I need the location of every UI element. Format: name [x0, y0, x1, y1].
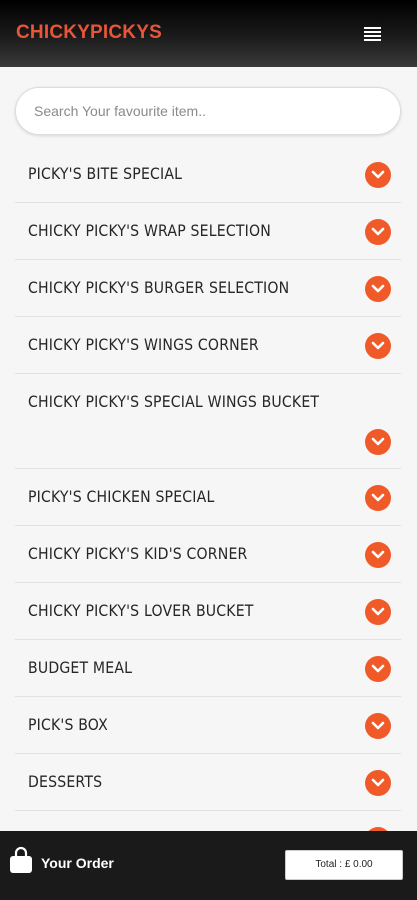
- category-item-pickys-bite-special[interactable]: PICKY'S BITE SPECIAL: [15, 146, 401, 203]
- category-item-wrap-selection[interactable]: CHICKY PICKY'S WRAP SELECTION: [15, 203, 401, 260]
- category-item-burger-selection[interactable]: CHICKY PICKY'S BURGER SELECTION: [15, 260, 401, 317]
- category-label: DESSERTS: [28, 772, 103, 791]
- chevron-down-icon[interactable]: [365, 219, 391, 245]
- category-item-kids-corner[interactable]: CHICKY PICKY'S KID'S CORNER: [15, 526, 401, 583]
- chevron-down-icon[interactable]: [365, 485, 391, 511]
- hamburger-menu-icon[interactable]: [362, 24, 384, 44]
- order-total-button[interactable]: Total : £ 0.00: [285, 850, 403, 880]
- category-label: CHICKY PICKY'S BURGER SELECTION: [28, 278, 290, 297]
- category-label: CHICKY PICKY'S LOVER BUCKET: [28, 601, 254, 620]
- category-label: PICKY'S BITE SPECIAL: [28, 164, 183, 183]
- category-label: CHICKY PICKY'S SPECIAL WINGS BUCKET: [28, 392, 320, 411]
- shopping-bag-icon[interactable]: [8, 846, 34, 874]
- chevron-down-icon[interactable]: [365, 162, 391, 188]
- search-bar: [15, 87, 401, 135]
- category-label: PICK'S BOX: [28, 715, 108, 734]
- order-footer-bar: Your Order Total : £ 0.00: [0, 831, 417, 900]
- search-input[interactable]: [34, 88, 384, 134]
- category-item-budget-meal[interactable]: BUDGET MEAL: [15, 640, 401, 697]
- your-order-label[interactable]: Your Order: [41, 855, 114, 871]
- chevron-down-icon[interactable]: [365, 333, 391, 359]
- chevron-down-icon[interactable]: [365, 713, 391, 739]
- category-item-pickys-chicken-special[interactable]: PICKY'S CHICKEN SPECIAL: [15, 469, 401, 526]
- chevron-down-icon[interactable]: [365, 599, 391, 625]
- category-list: PICKY'S BITE SPECIAL CHICKY PICKY'S WRAP…: [15, 146, 401, 868]
- chevron-down-icon[interactable]: [365, 770, 391, 796]
- category-item-lover-bucket[interactable]: CHICKY PICKY'S LOVER BUCKET: [15, 583, 401, 640]
- category-label: PICKY'S CHICKEN SPECIAL: [28, 487, 215, 506]
- category-label: CHICKY PICKY'S WINGS CORNER: [28, 335, 259, 354]
- chevron-down-icon[interactable]: [365, 542, 391, 568]
- brand-logo-text[interactable]: CHICKYPICKYS: [16, 22, 162, 44]
- category-item-wings-corner[interactable]: CHICKY PICKY'S WINGS CORNER: [15, 317, 401, 374]
- category-item-special-wings-bucket[interactable]: CHICKY PICKY'S SPECIAL WINGS BUCKET: [15, 374, 401, 469]
- chevron-down-icon[interactable]: [365, 429, 391, 455]
- category-label: CHICKY PICKY'S KID'S CORNER: [28, 544, 248, 563]
- category-label: CHICKY PICKY'S WRAP SELECTION: [28, 221, 271, 240]
- chevron-down-icon[interactable]: [365, 656, 391, 682]
- category-item-desserts[interactable]: DESSERTS: [15, 754, 401, 811]
- category-label: BUDGET MEAL: [28, 658, 133, 677]
- category-item-picks-box[interactable]: PICK'S BOX: [15, 697, 401, 754]
- top-header: CHICKYPICKYS: [0, 0, 417, 67]
- chevron-down-icon[interactable]: [365, 276, 391, 302]
